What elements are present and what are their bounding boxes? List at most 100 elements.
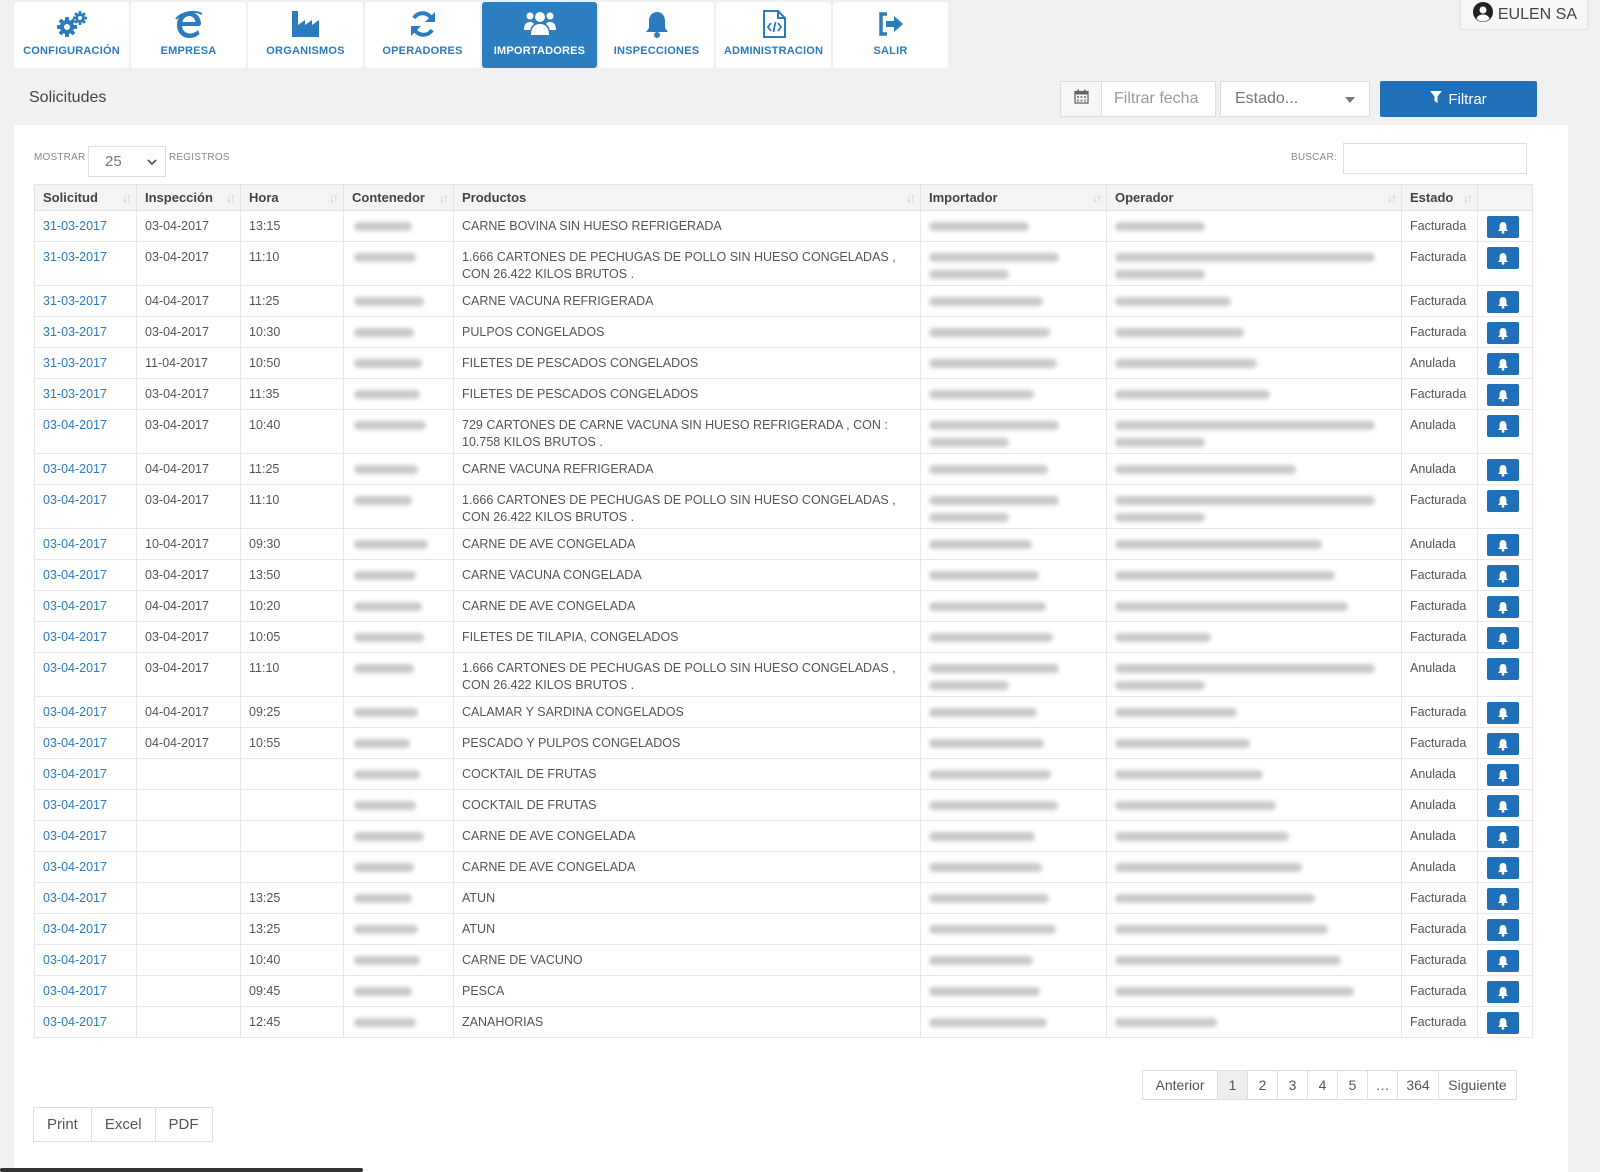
horizontal-scrollbar[interactable] [0,1168,363,1172]
solicitud-link[interactable]: 03-04-2017 [43,798,107,812]
inspection-bell-button[interactable] [1487,702,1519,724]
nav-configuracion[interactable]: CONFIGURACIÓN [14,2,129,68]
cell-solicitud[interactable]: 03-04-2017 [34,590,137,622]
nav-empresa[interactable]: EMPRESA [131,2,246,68]
cell-solicitud[interactable]: 03-04-2017 [34,975,137,1007]
pdf-button[interactable]: PDF [154,1107,213,1142]
inspection-bell-button[interactable] [1487,795,1519,817]
solicitud-link[interactable]: 03-04-2017 [43,829,107,843]
estado-select[interactable]: Estado... [1220,81,1370,117]
filtrar-button[interactable]: Filtrar [1380,81,1537,117]
inspection-bell-button[interactable] [1487,764,1519,786]
inspection-bell-button[interactable] [1487,919,1519,941]
solicitud-link[interactable]: 31-03-2017 [43,294,107,308]
nav-administracion[interactable]: ADMINISTRACION [716,2,831,68]
cell-solicitud[interactable]: 03-04-2017 [34,882,137,914]
nav-salir[interactable]: SALIR [833,2,948,68]
cell-solicitud[interactable]: 03-04-2017 [34,820,137,852]
col-hora[interactable]: Hora ↓↑ [240,184,344,211]
inspection-bell-button[interactable] [1487,658,1519,680]
col-estado[interactable]: Estado ↓↑ [1401,184,1478,211]
cell-solicitud[interactable]: 03-04-2017 [34,851,137,883]
cell-solicitud[interactable]: 31-03-2017 [34,316,137,348]
solicitud-link[interactable]: 03-04-2017 [43,418,107,432]
inspection-bell-button[interactable] [1487,384,1519,406]
nav-importadores[interactable]: IMPORTADORES [482,2,597,68]
cell-solicitud[interactable]: 03-04-2017 [34,559,137,591]
inspection-bell-button[interactable] [1487,291,1519,313]
cell-solicitud[interactable]: 31-03-2017 [34,378,137,410]
print-button[interactable]: Print [33,1107,92,1142]
inspection-bell-button[interactable] [1487,888,1519,910]
excel-button[interactable]: Excel [90,1107,156,1142]
nav-organismos[interactable]: ORGANISMOS [248,2,363,68]
page-button-last[interactable]: 364 [1397,1070,1439,1100]
page-prev-button[interactable]: Anterior [1142,1070,1218,1100]
solicitud-link[interactable]: 03-04-2017 [43,736,107,750]
col-contenedor[interactable]: Contenedor ↓↑ [343,184,454,211]
cell-solicitud[interactable]: 31-03-2017 [34,210,137,242]
inspection-bell-button[interactable] [1487,216,1519,238]
solicitud-link[interactable]: 31-03-2017 [43,219,107,233]
page-button-5[interactable]: 5 [1337,1070,1368,1100]
inspection-bell-button[interactable] [1487,950,1519,972]
cell-solicitud[interactable]: 31-03-2017 [34,285,137,317]
calendar-button[interactable] [1060,81,1101,117]
cell-solicitud[interactable]: 03-04-2017 [34,913,137,945]
cell-solicitud[interactable]: 03-04-2017 [34,453,137,485]
cell-solicitud[interactable]: 03-04-2017 [34,944,137,976]
inspection-bell-button[interactable] [1487,981,1519,1003]
inspection-bell-button[interactable] [1487,596,1519,618]
cell-solicitud[interactable]: 03-04-2017 [34,789,137,821]
solicitud-link[interactable]: 03-04-2017 [43,599,107,613]
cell-solicitud[interactable]: 03-04-2017 [34,758,137,790]
inspection-bell-button[interactable] [1487,415,1519,437]
solicitud-link[interactable]: 03-04-2017 [43,537,107,551]
page-button-4[interactable]: 4 [1307,1070,1338,1100]
solicitud-link[interactable]: 03-04-2017 [43,922,107,936]
inspection-bell-button[interactable] [1487,534,1519,556]
solicitud-link[interactable]: 31-03-2017 [43,250,107,264]
solicitud-link[interactable]: 03-04-2017 [43,462,107,476]
solicitud-link[interactable]: 03-04-2017 [43,860,107,874]
inspection-bell-button[interactable] [1487,459,1519,481]
page-next-button[interactable]: Siguiente [1438,1070,1517,1100]
page-size-select[interactable]: 25 [88,146,166,177]
solicitud-link[interactable]: 03-04-2017 [43,661,107,675]
inspection-bell-button[interactable] [1487,247,1519,269]
col-importador[interactable]: Importador ↓↑ [920,184,1107,211]
page-button-2[interactable]: 2 [1247,1070,1278,1100]
page-button-3[interactable]: 3 [1277,1070,1308,1100]
inspection-bell-button[interactable] [1487,353,1519,375]
inspection-bell-button[interactable] [1487,627,1519,649]
solicitud-link[interactable]: 31-03-2017 [43,387,107,401]
nav-inspecciones[interactable]: INSPECCIONES [599,2,714,68]
cell-solicitud[interactable]: 03-04-2017 [34,621,137,653]
solicitud-link[interactable]: 03-04-2017 [43,984,107,998]
cell-solicitud[interactable]: 03-04-2017 [34,528,137,560]
cell-solicitud[interactable]: 31-03-2017 [34,241,137,286]
inspection-bell-button[interactable] [1487,857,1519,879]
col-operador[interactable]: Operador ↓↑ [1106,184,1402,211]
inspection-bell-button[interactable] [1487,826,1519,848]
col-solicitud[interactable]: Solicitud ↓↑ [34,184,137,211]
solicitud-link[interactable]: 03-04-2017 [43,493,107,507]
inspection-bell-button[interactable] [1487,1012,1519,1034]
search-input[interactable] [1343,143,1527,174]
col-inspeccion[interactable]: Inspección ↓↑ [136,184,241,211]
cell-solicitud[interactable]: 03-04-2017 [34,409,137,454]
cell-solicitud[interactable]: 03-04-2017 [34,484,137,529]
date-filter-input[interactable]: Filtrar fecha [1101,81,1216,117]
cell-solicitud[interactable]: 03-04-2017 [34,727,137,759]
solicitud-link[interactable]: 03-04-2017 [43,953,107,967]
inspection-bell-button[interactable] [1487,490,1519,512]
solicitud-link[interactable]: 03-04-2017 [43,1015,107,1029]
page-button-1[interactable]: 1 [1217,1070,1248,1100]
solicitud-link[interactable]: 03-04-2017 [43,705,107,719]
cell-solicitud[interactable]: 03-04-2017 [34,696,137,728]
user-menu[interactable]: EULEN SA [1459,0,1588,30]
solicitud-link[interactable]: 31-03-2017 [43,356,107,370]
solicitud-link[interactable]: 31-03-2017 [43,325,107,339]
solicitud-link[interactable]: 03-04-2017 [43,568,107,582]
col-productos[interactable]: Productos ↓↑ [453,184,921,211]
